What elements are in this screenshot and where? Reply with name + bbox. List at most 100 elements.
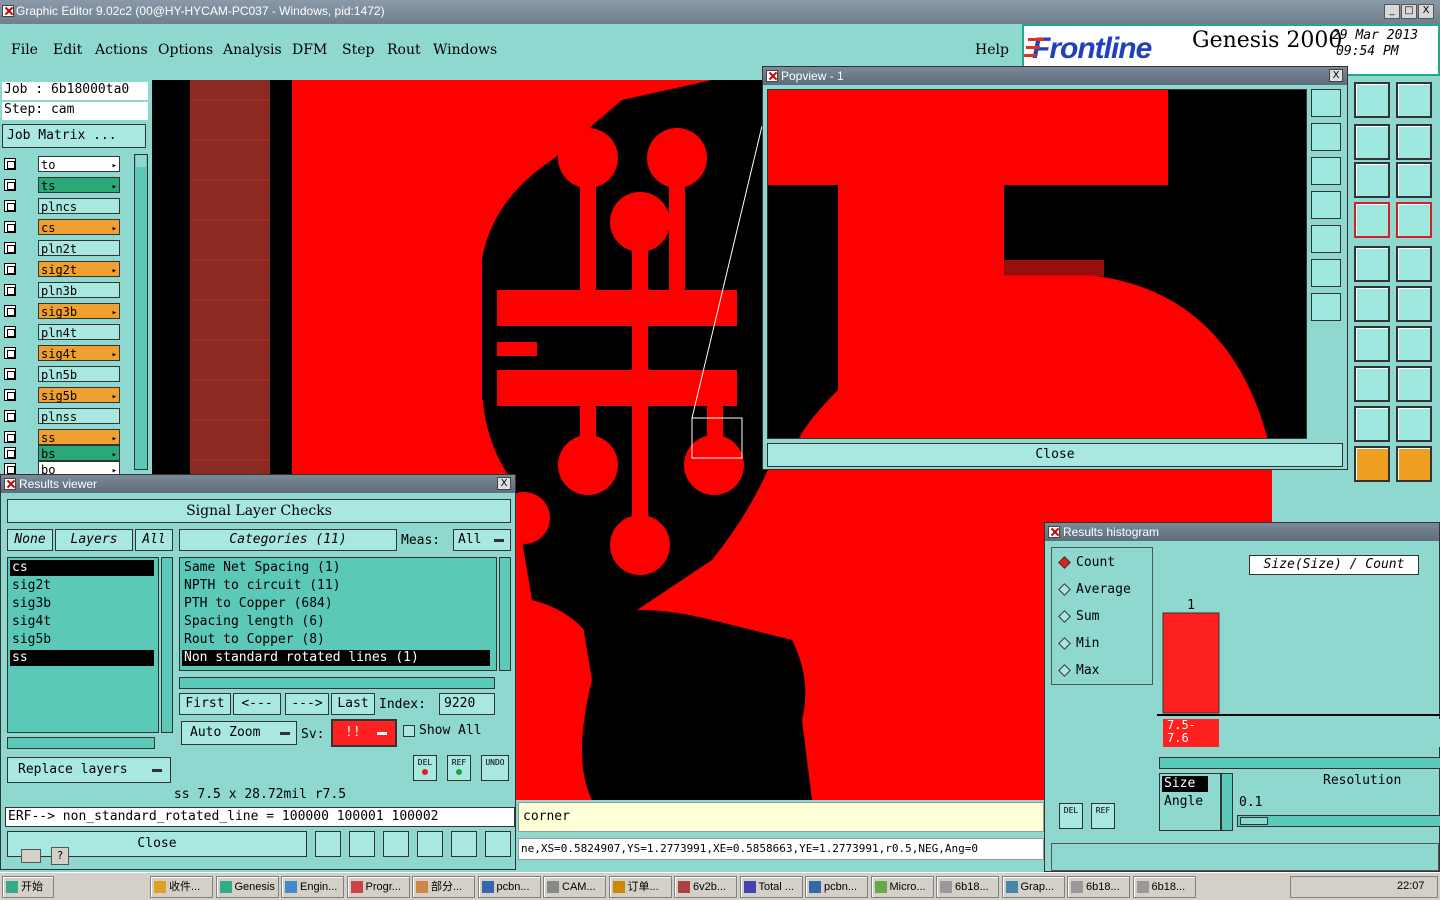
arc-icon[interactable] <box>1354 326 1390 362</box>
tool-pan-left-icon[interactable] <box>1311 191 1341 219</box>
layer-checkbox[interactable] <box>4 326 16 338</box>
menu-analysis[interactable]: Analysis <box>223 42 282 58</box>
layer-name[interactable]: pln3b <box>38 282 120 298</box>
scale-icon[interactable] <box>1354 162 1390 198</box>
field-size[interactable]: Size <box>1162 776 1208 792</box>
text-icon[interactable] <box>1354 406 1390 442</box>
categories-list[interactable]: Same Net Spacing (1) NPTH to circuit (11)… <box>179 557 497 671</box>
field-angle[interactable]: Angle <box>1162 794 1208 810</box>
auto-zoom-select[interactable]: Auto Zoom <box>181 721 297 745</box>
category-item[interactable]: Non standard rotated lines (1) <box>182 650 490 666</box>
task-button[interactable]: 收件... <box>150 876 213 898</box>
layer-name[interactable]: ss ▸ <box>38 429 120 445</box>
highlight-icon[interactable] <box>315 831 341 857</box>
home-icon[interactable] <box>1354 82 1390 118</box>
task-button[interactable]: Progr... <box>346 876 410 898</box>
layers-none-button[interactable]: None <box>7 529 53 551</box>
popview-close-button[interactable]: Close <box>767 443 1343 467</box>
layers-tab[interactable]: Layers <box>55 529 133 551</box>
window-icon[interactable] <box>1396 82 1432 118</box>
ruler-icon[interactable] <box>1354 246 1390 282</box>
resolution-slider[interactable] <box>1237 815 1440 827</box>
scroll-up-icon[interactable] <box>136 155 146 167</box>
layer-row-sig3b[interactable]: sig3b ▸ <box>2 303 120 319</box>
job-matrix-button[interactable]: Job Matrix ... <box>2 124 146 148</box>
layer-result-item[interactable]: sig5b <box>10 632 154 648</box>
menu-windows[interactable]: Windows <box>433 42 497 58</box>
minimize-button[interactable]: _ <box>1384 4 1400 19</box>
report-icon[interactable] <box>451 831 477 857</box>
delete-report-icon[interactable] <box>383 831 409 857</box>
net-highlight-icon[interactable] <box>1396 202 1432 238</box>
mirror-icon[interactable] <box>1396 124 1432 160</box>
menu-step[interactable]: Step <box>342 42 374 58</box>
task-button[interactable]: 6b18... <box>1067 876 1130 898</box>
layer-name[interactable]: to ▸ <box>38 156 120 172</box>
replace-layers-select[interactable]: Replace layers <box>7 757 171 783</box>
layer-checkbox[interactable] <box>4 200 16 212</box>
task-button[interactable]: Grap... <box>1001 876 1065 898</box>
layer-row-plnss[interactable]: plnss <box>2 408 120 424</box>
hist-ref-button[interactable]: REF <box>1091 803 1115 829</box>
menu-dfm[interactable]: DFM <box>292 42 327 58</box>
categories-scrollbar[interactable] <box>499 557 511 671</box>
layer-scrollbar[interactable] <box>134 154 148 470</box>
tool-expand-icon[interactable] <box>1311 259 1341 287</box>
category-item[interactable]: Same Net Spacing (1) <box>182 560 490 576</box>
task-button[interactable]: Engin... <box>281 876 344 898</box>
menu-edit[interactable]: Edit <box>53 42 82 58</box>
menu-help[interactable]: Help <box>975 42 1009 58</box>
layer-checkbox[interactable] <box>4 347 16 359</box>
undo-button[interactable]: UNDO <box>481 755 509 781</box>
layer-result-item[interactable]: sig4t <box>10 614 154 630</box>
maximize-button[interactable]: □ <box>1401 4 1417 19</box>
move-icon[interactable] <box>1354 366 1390 402</box>
layer-name[interactable]: sig2t ▸ <box>38 261 120 277</box>
layer-row-pln3b[interactable]: pln3b <box>2 282 120 298</box>
layer-checkbox[interactable] <box>4 368 16 380</box>
layer-name[interactable]: pln2t <box>38 240 120 256</box>
histogram-chart[interactable]: Size(Size) / Count 1 <box>1157 547 1440 717</box>
layer-result-item[interactable]: ss <box>10 650 154 666</box>
task-button[interactable]: Genesis <box>215 876 279 898</box>
layer-name[interactable]: ts ▸ <box>38 177 120 193</box>
category-item[interactable]: NPTH to circuit (11) <box>182 578 490 594</box>
layer-name[interactable]: sig4t ▸ <box>38 345 120 361</box>
layer-checkbox[interactable] <box>4 179 16 191</box>
layer-results-scrollbar[interactable] <box>161 557 173 733</box>
layer-checkbox[interactable] <box>4 410 16 422</box>
start-button[interactable]: 开始 <box>2 876 54 898</box>
task-button[interactable]: Total ... <box>739 876 803 898</box>
menu-rout[interactable]: Rout <box>387 42 421 58</box>
net-select-icon[interactable] <box>1354 202 1390 238</box>
task-button[interactable]: 6v2b... <box>674 876 737 898</box>
layer-checkbox[interactable] <box>4 158 16 170</box>
layer-name[interactable]: sig5b ▸ <box>38 387 120 403</box>
results-close-x-button[interactable]: X <box>497 477 511 490</box>
menu-actions[interactable]: Actions <box>95 42 148 58</box>
task-button[interactable]: 部分... <box>412 876 475 898</box>
layer-row-sig4t[interactable]: sig4t ▸ <box>2 345 120 361</box>
task-button[interactable]: 6b18... <box>1132 876 1196 898</box>
task-button[interactable]: 6b18... <box>936 876 999 898</box>
layer-checkbox[interactable] <box>4 284 16 296</box>
task-button[interactable]: CAM... <box>543 876 606 898</box>
layer-results-list[interactable]: cs sig2t sig3b sig4t sig5b ss <box>7 557 159 733</box>
next-button[interactable]: ---> <box>285 693 329 715</box>
mode-min[interactable]: Min <box>1058 635 1099 653</box>
mode-max[interactable]: Max <box>1058 662 1099 680</box>
layer-row-sig5b[interactable]: sig5b ▸ <box>2 387 120 403</box>
layer-name[interactable]: pln5b <box>38 366 120 382</box>
meas-select[interactable]: All <box>453 529 511 551</box>
category-item[interactable]: Rout to Copper (8) <box>182 632 490 648</box>
line-tool-icon[interactable] <box>1354 286 1390 322</box>
field-scrollbar[interactable] <box>1221 773 1233 831</box>
task-button[interactable]: pcbn... <box>477 876 541 898</box>
layer-row-bs[interactable]: bs ▸ <box>2 445 120 461</box>
layer-row-sig2t[interactable]: sig2t ▸ <box>2 261 120 277</box>
mode-count[interactable]: Count <box>1058 554 1115 572</box>
layer-name[interactable]: sig3b ▸ <box>38 303 120 319</box>
task-button[interactable]: Micro... <box>870 876 934 898</box>
layer-row-to[interactable]: to ▸ <box>2 156 120 172</box>
line-blue-icon[interactable] <box>1396 286 1432 322</box>
